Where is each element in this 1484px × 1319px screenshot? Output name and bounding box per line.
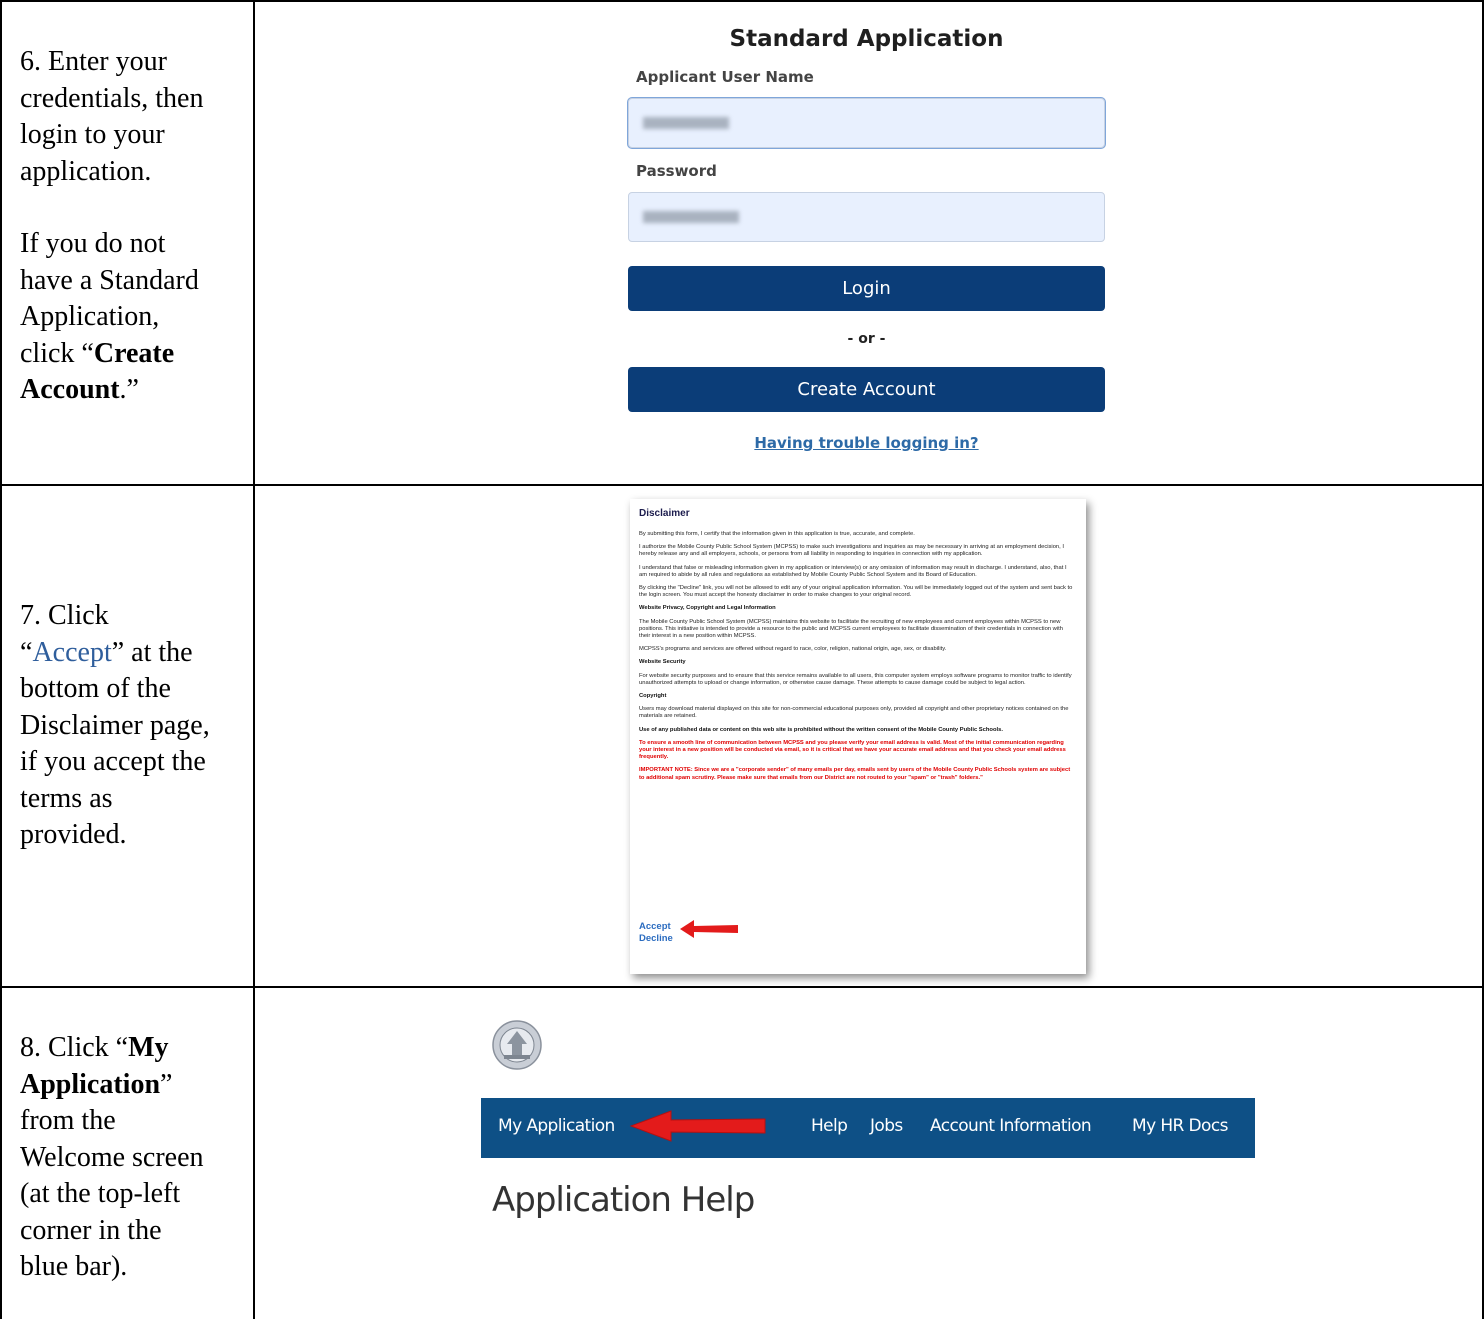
- top-nav-bar: My Application Help Jobs Account Informa…: [481, 1098, 1255, 1158]
- step-6-line-2: credentials, then: [20, 82, 204, 114]
- step-7-line-6: terms as: [20, 782, 113, 814]
- step-7-line-5: if you accept the: [20, 746, 206, 777]
- quote-open: “: [20, 636, 33, 668]
- username-label: Applicant User Name: [636, 68, 814, 86]
- step-6-instruction: 6. Enter your credentials, then login to…: [20, 44, 245, 409]
- blurred-password: [643, 211, 739, 223]
- step-6-line-5: If you do not: [20, 228, 166, 259]
- disclaimer-paragraph: By submitting this form, I certify that …: [639, 531, 915, 537]
- login-title: Standard Application: [729, 26, 1004, 52]
- privacy-paragraph: The Mobile County Public School System (…: [639, 618, 1063, 640]
- row-divider-2: [0, 986, 1484, 988]
- close-quote: ”: [160, 1068, 173, 1100]
- consent-notice: Use of any published data or content on …: [639, 726, 1003, 733]
- disclaimer-paragraph: I authorize the Mobile County Public Sch…: [639, 544, 1064, 558]
- privacy-paragraph: MCPSS's programs and services are offere…: [639, 646, 947, 653]
- nav-help[interactable]: Help: [811, 1116, 848, 1136]
- my-application-arrow-icon: [629, 1110, 766, 1142]
- step-8-line-7: blue bar).: [20, 1251, 128, 1282]
- nav-my-application[interactable]: My Application: [498, 1116, 615, 1136]
- step-6-line-8: click “Create: [20, 336, 245, 373]
- disclaimer-paragraph: I understand that false or misleading in…: [639, 564, 1067, 578]
- or-divider: - or -: [847, 331, 886, 347]
- step-8-line-3: from the: [20, 1105, 116, 1136]
- create-suffix: .”: [119, 374, 139, 405]
- step-8-line-1: 8. Click “My: [20, 1030, 245, 1067]
- column-divider: [253, 0, 255, 1319]
- username-field[interactable]: [628, 98, 1105, 148]
- security-heading: Website Security: [639, 659, 686, 666]
- step-6-line-4: application.: [20, 155, 152, 187]
- step-6-line-7: Application,: [20, 301, 160, 332]
- disclaimer-title: Disclaimer: [639, 508, 690, 519]
- step-8-line-5: (at the top-left: [20, 1178, 181, 1209]
- copyright-heading: Copyright: [639, 693, 667, 700]
- security-paragraph: For website security purposes and to ens…: [639, 672, 1072, 686]
- page-title: Application Help: [492, 1180, 755, 1220]
- table-border-top: [0, 0, 1484, 2]
- create-bold-2: Account: [20, 374, 120, 405]
- school-seal-icon: [492, 1020, 542, 1070]
- decline-link[interactable]: Decline: [639, 933, 673, 945]
- nav-jobs[interactable]: Jobs: [870, 1116, 903, 1136]
- disclaimer-content: Disclaimer By submitting this form, I ce…: [639, 508, 1075, 788]
- login-form: Standard Application Applicant User Name…: [628, 26, 1105, 452]
- create-bold-1: Create: [93, 337, 175, 369]
- step-7-line-1: 7. Click: [20, 600, 109, 631]
- step-7-line-3: bottom of the: [20, 673, 171, 704]
- step-8-prefix: 8. Click “: [20, 1032, 129, 1063]
- click-prefix: click “: [20, 337, 94, 369]
- step-6-line-6: have a Standard: [20, 264, 199, 296]
- step-7-instruction: 7. Click “Accept” at the bottom of the D…: [20, 598, 245, 854]
- step-8-line-2: Application”: [20, 1067, 245, 1104]
- row-divider-1: [0, 484, 1484, 486]
- copyright-paragraph: Users may download material displayed on…: [639, 706, 1069, 720]
- step-7-line-4: Disclaimer page,: [20, 709, 210, 741]
- step-6-line-3: login to your: [20, 119, 165, 150]
- step-6-line-1: 6. Enter your: [20, 46, 167, 77]
- accept-link[interactable]: Accept: [639, 921, 673, 933]
- trouble-logging-in-link[interactable]: Having trouble logging in?: [628, 434, 1105, 452]
- password-field[interactable]: [628, 192, 1105, 242]
- step-8-line-6: corner in the: [20, 1214, 162, 1246]
- login-button[interactable]: Login: [628, 266, 1105, 311]
- application-bold: Application: [20, 1068, 161, 1100]
- blurred-username: [643, 117, 729, 129]
- privacy-heading: Website Privacy, Copyright and Legal Inf…: [639, 605, 776, 612]
- spam-notice: IMPORTANT NOTE: Since we are a "corporat…: [639, 767, 1071, 781]
- quote-close: ” at the: [111, 636, 193, 668]
- step-8-instruction: 8. Click “My Application” from the Welco…: [20, 1030, 245, 1286]
- create-account-button[interactable]: Create Account: [628, 367, 1105, 412]
- password-label: Password: [636, 162, 717, 180]
- disclaimer-panel: Disclaimer By submitting this form, I ce…: [630, 499, 1086, 974]
- step-6-line-9: Account.”: [20, 372, 245, 409]
- step-7-line-2: “Accept” at the: [20, 635, 245, 672]
- step-8-line-4: Welcome screen: [20, 1141, 204, 1173]
- disclaimer-paragraph: By clicking the "Decline" link, you will…: [639, 585, 1073, 599]
- nav-my-hr-docs[interactable]: My HR Docs: [1132, 1116, 1228, 1136]
- accept-arrow-icon: [680, 920, 738, 938]
- accept-text: Accept: [32, 636, 112, 668]
- table-border-left: [0, 0, 2, 1319]
- email-notice: To ensure a smooth line of communication…: [639, 739, 1066, 761]
- my-bold: My: [128, 1032, 169, 1063]
- nav-account-information[interactable]: Account Information: [930, 1116, 1092, 1136]
- step-7-line-7: provided.: [20, 819, 127, 850]
- disclaimer-links: Accept Decline: [639, 921, 673, 945]
